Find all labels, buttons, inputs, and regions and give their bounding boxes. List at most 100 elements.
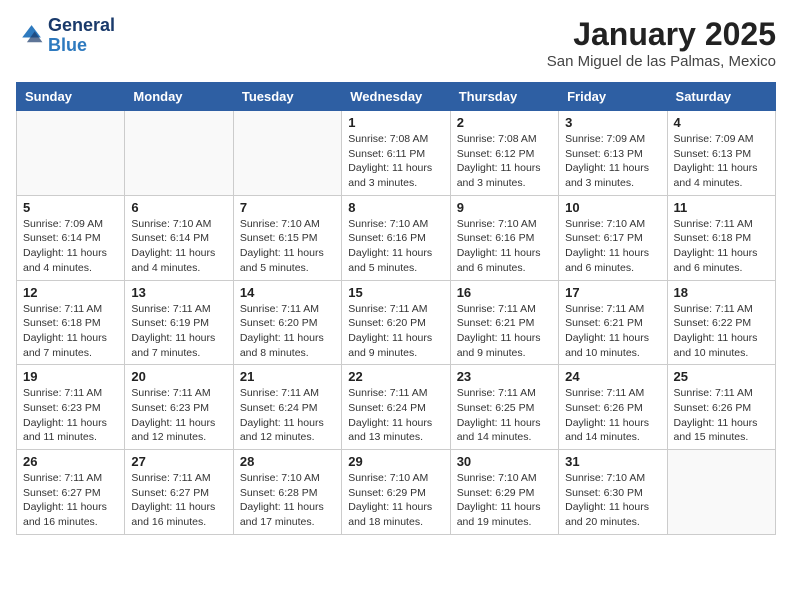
day-info: Sunrise: 7:11 AMSunset: 6:26 PMDaylight:… (674, 386, 769, 445)
calendar-cell: 28 Sunrise: 7:10 AMSunset: 6:28 PMDayligh… (233, 450, 341, 535)
calendar-cell: 24 Sunrise: 7:11 AMSunset: 6:26 PMDayligh… (559, 365, 667, 450)
header-wednesday: Wednesday (342, 83, 450, 111)
calendar-cell: 27 Sunrise: 7:11 AMSunset: 6:27 PMDayligh… (125, 450, 233, 535)
logo-general: General (48, 15, 115, 35)
day-info: Sunrise: 7:11 AMSunset: 6:20 PMDaylight:… (240, 302, 335, 361)
day-number: 28 (240, 454, 335, 469)
page-header: General Blue January 2025 San Miguel de … (16, 16, 776, 70)
day-number: 13 (131, 285, 226, 300)
day-info: Sunrise: 7:10 AMSunset: 6:16 PMDaylight:… (348, 217, 443, 276)
day-info: Sunrise: 7:11 AMSunset: 6:18 PMDaylight:… (674, 217, 769, 276)
calendar-cell: 2 Sunrise: 7:08 AMSunset: 6:12 PMDaylight… (450, 111, 558, 196)
location-subtitle: San Miguel de las Palmas, Mexico (547, 53, 776, 70)
calendar-cell: 23 Sunrise: 7:11 AMSunset: 6:25 PMDayligh… (450, 365, 558, 450)
calendar-cell: 5Sunrise: 7:09 AMSunset: 6:14 PMDaylight… (17, 195, 125, 280)
calendar-cell: 16 Sunrise: 7:11 AMSunset: 6:21 PMDayligh… (450, 280, 558, 365)
calendar-cell: 18Sunrise: 7:11 AMSunset: 6:22 PMDayligh… (667, 280, 775, 365)
calendar-cell: 22Sunrise: 7:11 AMSunset: 6:24 PMDayligh… (342, 365, 450, 450)
day-info: Sunrise: 7:11 AMSunset: 6:26 PMDaylight:… (565, 386, 660, 445)
day-number: 23 (457, 369, 552, 384)
day-number: 7 (240, 200, 335, 215)
weekday-row: Sunday Monday Tuesday Wednesday Thursday… (17, 83, 776, 111)
calendar-cell: 11 Sunrise: 7:11 AMSunset: 6:18 PMDayligh… (667, 195, 775, 280)
day-info: Sunrise: 7:08 AMSunset: 6:12 PMDaylight:… (457, 132, 552, 191)
day-number: 8 (348, 200, 443, 215)
day-info: Sunrise: 7:10 AMSunset: 6:14 PMDaylight:… (131, 217, 226, 276)
day-info: Sunrise: 7:11 AMSunset: 6:27 PMDaylight:… (131, 471, 226, 530)
calendar-week-4: 26 Sunrise: 7:11 AMSunset: 6:27 PMDayligh… (17, 450, 776, 535)
logo-icon (16, 22, 44, 50)
day-number: 11 (674, 200, 769, 215)
header-thursday: Thursday (450, 83, 558, 111)
day-info: Sunrise: 7:10 AMSunset: 6:28 PMDaylight:… (240, 471, 335, 530)
day-info: Sunrise: 7:11 AMSunset: 6:25 PMDaylight:… (457, 386, 552, 445)
day-info: Sunrise: 7:11 AMSunset: 6:27 PMDaylight:… (23, 471, 118, 530)
logo-blue: Blue (48, 35, 87, 55)
day-number: 6 (131, 200, 226, 215)
calendar-cell: 25Sunrise: 7:11 AMSunset: 6:26 PMDayligh… (667, 365, 775, 450)
header-sunday: Sunday (17, 83, 125, 111)
day-info: Sunrise: 7:11 AMSunset: 6:20 PMDaylight:… (348, 302, 443, 361)
day-number: 30 (457, 454, 552, 469)
calendar-cell: 12 Sunrise: 7:11 AMSunset: 6:18 PMDayligh… (17, 280, 125, 365)
day-number: 2 (457, 115, 552, 130)
day-number: 31 (565, 454, 660, 469)
day-number: 4 (674, 115, 769, 130)
calendar-cell: 20Sunrise: 7:11 AMSunset: 6:23 PMDayligh… (125, 365, 233, 450)
calendar-cell: 8 Sunrise: 7:10 AMSunset: 6:16 PMDaylight… (342, 195, 450, 280)
day-number: 27 (131, 454, 226, 469)
day-number: 26 (23, 454, 118, 469)
day-info: Sunrise: 7:11 AMSunset: 6:22 PMDaylight:… (674, 302, 769, 361)
day-number: 12 (23, 285, 118, 300)
calendar-table: Sunday Monday Tuesday Wednesday Thursday… (16, 82, 776, 535)
calendar-week-1: 5Sunrise: 7:09 AMSunset: 6:14 PMDaylight… (17, 195, 776, 280)
day-number: 1 (348, 115, 443, 130)
day-number: 17 (565, 285, 660, 300)
day-info: Sunrise: 7:09 AMSunset: 6:13 PMDaylight:… (674, 132, 769, 191)
calendar-body: 1Sunrise: 7:08 AMSunset: 6:11 PMDaylight… (17, 111, 776, 535)
day-number: 15 (348, 285, 443, 300)
calendar-cell (125, 111, 233, 196)
calendar-cell: 13Sunrise: 7:11 AMSunset: 6:19 PMDayligh… (125, 280, 233, 365)
day-number: 10 (565, 200, 660, 215)
calendar-cell (17, 111, 125, 196)
calendar-cell: 29Sunrise: 7:10 AMSunset: 6:29 PMDayligh… (342, 450, 450, 535)
day-number: 16 (457, 285, 552, 300)
day-info: Sunrise: 7:11 AMSunset: 6:21 PMDaylight:… (457, 302, 552, 361)
calendar-cell: 30 Sunrise: 7:10 AMSunset: 6:29 PMDayligh… (450, 450, 558, 535)
day-info: Sunrise: 7:11 AMSunset: 6:21 PMDaylight:… (565, 302, 660, 361)
calendar-cell: 17 Sunrise: 7:11 AMSunset: 6:21 PMDayligh… (559, 280, 667, 365)
day-info: Sunrise: 7:11 AMSunset: 6:23 PMDaylight:… (131, 386, 226, 445)
calendar-cell: 9Sunrise: 7:10 AMSunset: 6:16 PMDaylight… (450, 195, 558, 280)
calendar-cell (233, 111, 341, 196)
calendar-cell: 15 Sunrise: 7:11 AMSunset: 6:20 PMDayligh… (342, 280, 450, 365)
calendar-cell (667, 450, 775, 535)
header-tuesday: Tuesday (233, 83, 341, 111)
calendar-cell: 10 Sunrise: 7:10 AMSunset: 6:17 PMDayligh… (559, 195, 667, 280)
day-info: Sunrise: 7:10 AMSunset: 6:16 PMDaylight:… (457, 217, 552, 276)
header-saturday: Saturday (667, 83, 775, 111)
calendar-cell: 21Sunrise: 7:11 AMSunset: 6:24 PMDayligh… (233, 365, 341, 450)
calendar-week-2: 12 Sunrise: 7:11 AMSunset: 6:18 PMDayligh… (17, 280, 776, 365)
month-title: January 2025 (547, 16, 776, 53)
header-monday: Monday (125, 83, 233, 111)
day-number: 5 (23, 200, 118, 215)
calendar-cell: 6 Sunrise: 7:10 AMSunset: 6:14 PMDaylight… (125, 195, 233, 280)
day-number: 22 (348, 369, 443, 384)
logo: General Blue (16, 16, 115, 56)
calendar-cell: 19Sunrise: 7:11 AMSunset: 6:23 PMDayligh… (17, 365, 125, 450)
day-info: Sunrise: 7:11 AMSunset: 6:18 PMDaylight:… (23, 302, 118, 361)
calendar-cell: 26 Sunrise: 7:11 AMSunset: 6:27 PMDayligh… (17, 450, 125, 535)
day-info: Sunrise: 7:10 AMSunset: 6:30 PMDaylight:… (565, 471, 660, 530)
calendar-cell: 4 Sunrise: 7:09 AMSunset: 6:13 PMDaylight… (667, 111, 775, 196)
title-block: January 2025 San Miguel de las Palmas, M… (547, 16, 776, 70)
day-number: 24 (565, 369, 660, 384)
day-info: Sunrise: 7:10 AMSunset: 6:29 PMDaylight:… (457, 471, 552, 530)
day-info: Sunrise: 7:10 AMSunset: 6:17 PMDaylight:… (565, 217, 660, 276)
day-number: 29 (348, 454, 443, 469)
day-number: 21 (240, 369, 335, 384)
day-info: Sunrise: 7:11 AMSunset: 6:23 PMDaylight:… (23, 386, 118, 445)
calendar-week-3: 19Sunrise: 7:11 AMSunset: 6:23 PMDayligh… (17, 365, 776, 450)
calendar-week-0: 1Sunrise: 7:08 AMSunset: 6:11 PMDaylight… (17, 111, 776, 196)
day-info: Sunrise: 7:10 AMSunset: 6:15 PMDaylight:… (240, 217, 335, 276)
